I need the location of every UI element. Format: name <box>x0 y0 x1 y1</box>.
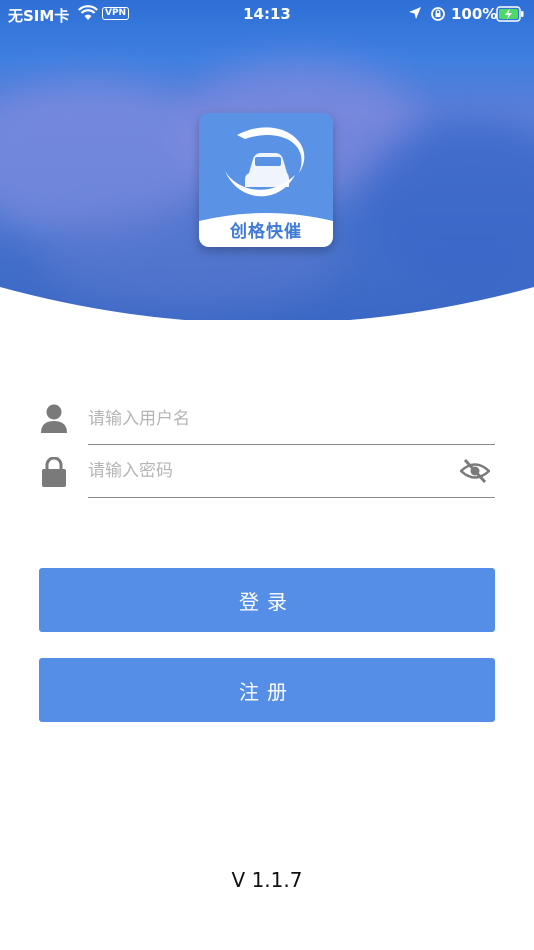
username-underline <box>88 444 495 445</box>
user-icon <box>41 404 67 433</box>
logo-text: 创格快催 <box>230 222 302 242</box>
rotation-lock-icon <box>431 7 445 21</box>
lock-icon <box>42 457 66 487</box>
battery-charging-icon <box>496 6 524 22</box>
register-button[interactable]: 注册 <box>39 658 495 722</box>
username-input[interactable] <box>88 399 448 439</box>
login-button[interactable]: 登录 <box>39 568 495 632</box>
location-arrow-icon <box>409 7 421 19</box>
password-input[interactable] <box>88 451 448 491</box>
password-underline <box>88 497 495 498</box>
version-label: V 1.1.7 <box>231 868 303 892</box>
app-logo: 创格快催 <box>199 113 333 247</box>
battery-percent: 100% <box>451 5 498 23</box>
status-bar: 无SIM卡 VPN 14:13 100% <box>0 0 534 28</box>
eye-slash-icon[interactable] <box>460 458 490 484</box>
